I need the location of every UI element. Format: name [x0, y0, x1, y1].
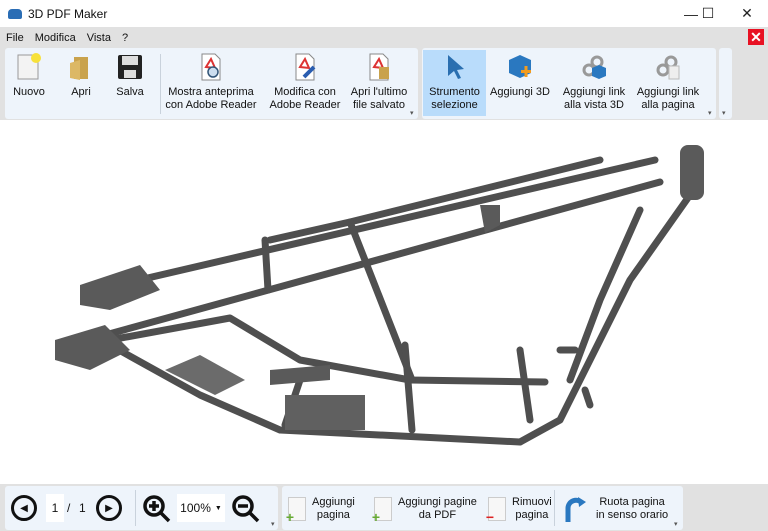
preview-adobe-button[interactable]: Mostra anteprima con Adobe Reader	[165, 50, 257, 116]
tools-group: Strumento selezione Aggiungi 3D Aggiungi…	[422, 48, 716, 119]
rotate-page-button[interactable]: Ruota pagina in senso orario	[562, 490, 668, 528]
new-document-icon	[14, 52, 44, 82]
close-document-button[interactable]: ✕	[748, 29, 764, 45]
add-page-button[interactable]: + Aggiungi pagina	[286, 490, 355, 528]
previous-page-button[interactable]: ◀	[11, 495, 37, 521]
add-3d-button[interactable]: Aggiungi 3D	[488, 50, 552, 116]
cube-add-icon	[505, 52, 535, 82]
overflow-expand-icon[interactable]: ▾	[722, 109, 726, 117]
add-link-3d-view-button[interactable]: Aggiungi link alla vista 3D	[558, 50, 630, 116]
menu-file[interactable]: File	[6, 32, 24, 44]
open-button[interactable]: Apri	[61, 50, 101, 116]
group-expand-icon[interactable]: ▾	[410, 109, 414, 117]
open-last-file-button[interactable]: Apri l'ultimo file salvato	[345, 50, 413, 116]
zoom-select[interactable]: 100% ▼	[177, 494, 225, 522]
page-add-icon: +	[286, 497, 306, 524]
page-add-pdf-icon: +	[372, 497, 392, 524]
cursor-arrow-icon	[440, 52, 470, 82]
maximize-button[interactable]: ☐	[691, 0, 725, 27]
add-link-page-button[interactable]: Aggiungi link alla pagina	[632, 50, 704, 116]
window-title: 3D PDF Maker	[28, 6, 108, 21]
arrow-right-icon: ▶	[105, 502, 113, 514]
title-bar: 3D PDF Maker — ☐ ✕	[0, 0, 768, 27]
separator	[554, 490, 555, 526]
remove-page-button[interactable]: − Rimuovi pagina	[486, 490, 552, 528]
save-button[interactable]: Salva	[110, 50, 150, 116]
motorcycle-frame-model[interactable]	[0, 120, 768, 484]
menu-bar: File Modifica Vista ?	[0, 27, 768, 48]
add-pages-from-pdf-button[interactable]: + Aggiungi pagine da PDF	[372, 490, 477, 528]
dropdown-arrow-icon: ▼	[214, 504, 222, 512]
navigation-group: ◀ 1 / 1 ▶ 100% ▼ ▾	[5, 486, 278, 530]
link-page-icon	[653, 52, 683, 82]
zoom-out-button[interactable]	[231, 494, 261, 524]
overflow-group: ▾	[719, 48, 732, 119]
app-logo-icon	[8, 8, 22, 19]
link-cube-icon	[579, 52, 609, 82]
group-expand-icon[interactable]: ▾	[708, 109, 712, 117]
bottom-toolbar: ◀ 1 / 1 ▶ 100% ▼ ▾ + Aggiungi pagina + Aggi…	[0, 484, 768, 531]
pdf-edit-icon	[290, 52, 320, 82]
menu-help[interactable]: ?	[122, 32, 128, 44]
file-group: Nuovo Apri Salva Mostra anteprima con Ad…	[5, 48, 418, 119]
pdf-preview-icon	[196, 52, 226, 82]
selection-tool-button[interactable]: Strumento selezione	[423, 50, 486, 116]
group-expand-icon[interactable]: ▾	[271, 520, 275, 528]
zoom-in-button[interactable]	[142, 494, 172, 524]
page-remove-icon: −	[486, 497, 506, 524]
floppy-disk-icon	[115, 52, 145, 82]
total-pages: 1	[79, 501, 86, 515]
menu-modifica[interactable]: Modifica	[35, 32, 76, 44]
menu-vista[interactable]: Vista	[87, 32, 111, 44]
close-window-button[interactable]: ✕	[730, 0, 764, 27]
next-page-button[interactable]: ▶	[96, 495, 122, 521]
rotate-clockwise-icon	[565, 497, 586, 522]
edit-adobe-button[interactable]: Modifica con Adobe Reader	[263, 50, 347, 116]
page-separator: /	[67, 501, 71, 515]
arrow-left-icon: ◀	[20, 502, 28, 514]
pdf-folder-icon	[364, 52, 394, 82]
folder-icon	[66, 52, 96, 82]
separator	[135, 490, 136, 526]
pages-group: + Aggiungi pagina + Aggiungi pagine da PDF…	[282, 486, 683, 530]
separator	[160, 54, 161, 114]
group-expand-icon[interactable]: ▾	[674, 520, 678, 528]
toolbar: Nuovo Apri Salva Mostra anteprima con Ad…	[0, 48, 768, 120]
current-page-input[interactable]: 1	[46, 494, 64, 522]
3d-viewport[interactable]	[0, 120, 768, 484]
new-button[interactable]: Nuovo	[9, 50, 49, 116]
